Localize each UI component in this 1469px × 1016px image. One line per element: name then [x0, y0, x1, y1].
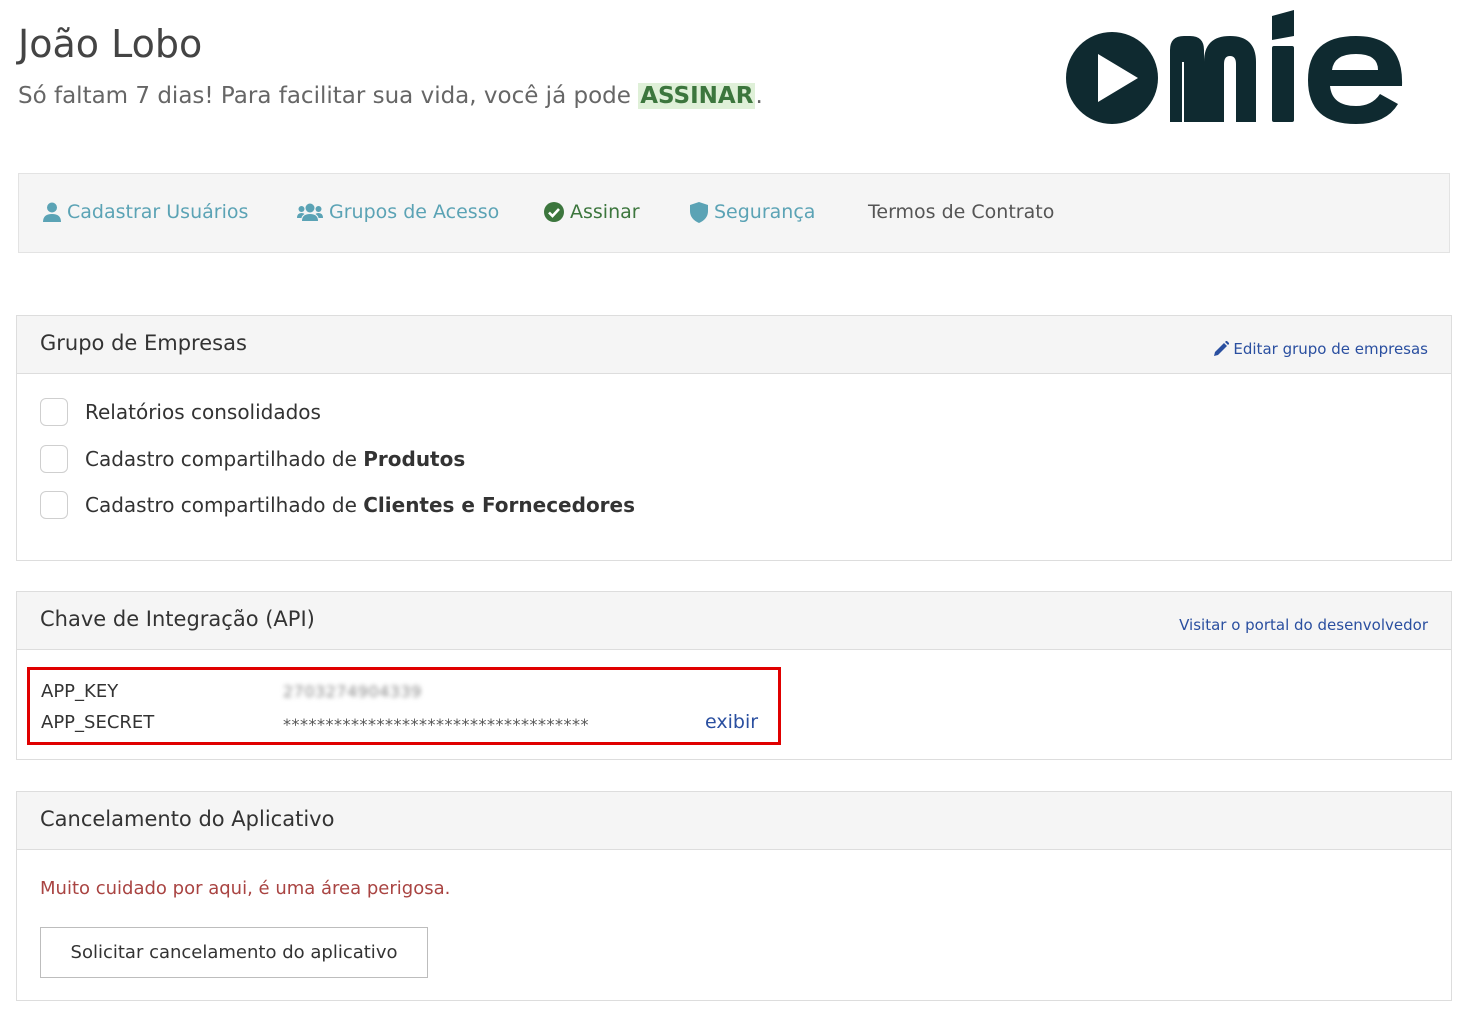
option-consolidated-reports: Relatórios consolidados [40, 398, 321, 426]
panel-header: Grupo de Empresas Editar grupo de empres… [17, 316, 1451, 374]
option-shared-clients: Cadastro compartilhado de Clientes e For… [40, 491, 635, 519]
nav-label: Termos de Contrato [868, 201, 1055, 223]
option-text: Cadastro compartilhado de [85, 493, 364, 517]
danger-warning: Muito cuidado por aqui, é uma área perig… [40, 878, 451, 899]
check-circle-icon [544, 202, 564, 222]
nav-label: Segurança [714, 201, 816, 223]
trial-text: Só faltam 7 dias! Para facilitar sua vid… [18, 83, 639, 109]
settings-nav: Cadastrar Usuários Grupos de Acesso Assi… [18, 173, 1450, 253]
app-secret-label: APP_SECRET [41, 712, 155, 733]
panel-title: Grupo de Empresas [40, 331, 247, 355]
show-secret-link[interactable]: exibir [705, 711, 758, 733]
app-key-value: 2703274904339 [283, 682, 422, 701]
nav-label: Cadastrar Usuários [67, 201, 249, 223]
checkbox[interactable] [40, 445, 68, 473]
edit-group-label: Editar grupo de empresas [1233, 340, 1428, 358]
group-panel: Grupo de Empresas Editar grupo de empres… [16, 315, 1452, 561]
app-key-label: APP_KEY [41, 681, 119, 702]
app-secret-value: ************************************ [283, 715, 589, 734]
shield-icon [690, 201, 708, 223]
panel-title: Cancelamento do Aplicativo [40, 807, 335, 831]
edit-group-link[interactable]: Editar grupo de empresas [1213, 340, 1428, 358]
user-icon [43, 202, 61, 222]
option-label: Relatórios consolidados [85, 400, 321, 424]
api-panel: Chave de Integração (API) Visitar o port… [16, 591, 1452, 760]
omie-logo [1066, 10, 1403, 124]
pencil-icon [1214, 341, 1230, 356]
option-label: Cadastro compartilhado de Produtos [85, 447, 465, 471]
option-bold: Clientes e Fornecedores [363, 493, 636, 517]
option-bold: Produtos [363, 447, 466, 471]
api-keys-highlight: APP_KEY 2703274904339 APP_SECRET *******… [27, 667, 781, 745]
nav-termos-de-contrato[interactable]: Termos de Contrato [868, 201, 1054, 223]
users-group-icon [297, 203, 323, 221]
panel-title: Chave de Integração (API) [40, 607, 315, 631]
option-shared-products: Cadastro compartilhado de Produtos [40, 445, 465, 473]
developer-portal-link[interactable]: Visitar o portal do desenvolvedor [1179, 616, 1428, 634]
nav-cadastrar-usuarios[interactable]: Cadastrar Usuários [43, 201, 248, 223]
panel-header: Cancelamento do Aplicativo [17, 792, 1451, 850]
nav-seguranca[interactable]: Segurança [690, 201, 815, 223]
user-name: João Lobo [18, 22, 203, 66]
cancel-panel: Cancelamento do Aplicativo Muito cuidado… [16, 791, 1452, 1001]
nav-grupos-de-acesso[interactable]: Grupos de Acesso [297, 201, 499, 223]
request-cancellation-button[interactable]: Solicitar cancelamento do aplicativo [40, 927, 428, 978]
nav-label: Assinar [570, 201, 640, 223]
assinar-link[interactable]: ASSINAR [638, 83, 756, 109]
checkbox[interactable] [40, 398, 68, 426]
nav-assinar[interactable]: Assinar [544, 201, 640, 223]
option-label: Cadastro compartilhado de Clientes e For… [85, 493, 635, 517]
nav-label: Grupos de Acesso [329, 201, 500, 223]
checkbox[interactable] [40, 491, 68, 519]
option-text: Cadastro compartilhado de [85, 447, 364, 471]
trial-end: . [755, 83, 763, 109]
trial-message: Só faltam 7 dias! Para facilitar sua vid… [18, 83, 763, 109]
panel-header: Chave de Integração (API) Visitar o port… [17, 592, 1451, 650]
